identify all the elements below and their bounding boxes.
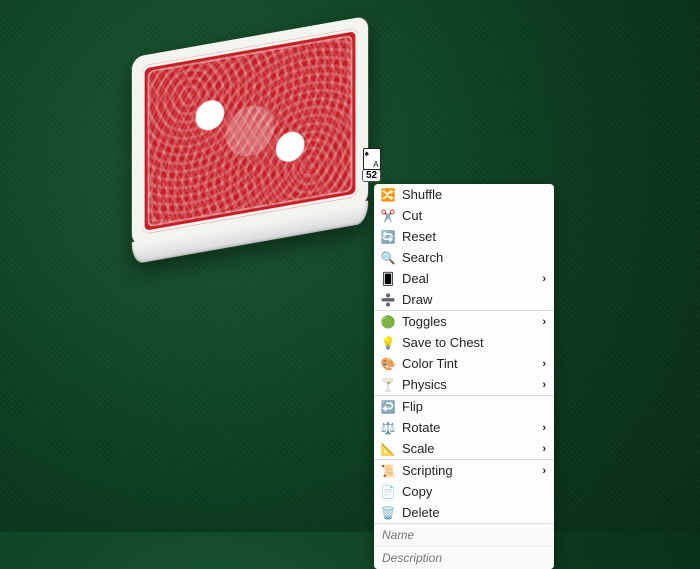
- menu-item-label: Toggles: [398, 314, 542, 329]
- menu-item-reset[interactable]: 🔄Reset: [374, 226, 554, 247]
- chevron-right-icon: ›: [542, 316, 546, 328]
- menu-item-label: Save to Chest: [398, 335, 546, 350]
- rotate-icon: ⚖️: [378, 421, 398, 435]
- menu-item-scale[interactable]: 📐Scale›: [374, 438, 554, 459]
- menu-item-label: Scale: [398, 441, 542, 456]
- reset-icon: 🔄: [378, 230, 398, 244]
- menu-item-label: Search: [398, 250, 546, 265]
- scale-icon: 📐: [378, 442, 398, 456]
- card-deck[interactable]: [132, 16, 368, 247]
- menu-section: 🔀Shuffle✂️Cut🔄Reset🔍Search🂠Deal›➗Draw: [374, 184, 554, 310]
- chevron-right-icon: ›: [542, 422, 546, 434]
- chevron-right-icon: ›: [542, 465, 546, 477]
- scripting-icon: 📜: [378, 464, 398, 478]
- menu-item-physics[interactable]: 🍸Physics›: [374, 374, 554, 395]
- menu-item-cut[interactable]: ✂️Cut: [374, 205, 554, 226]
- menu-item-label: Rotate: [398, 420, 542, 435]
- menu-item-scripting[interactable]: 📜Scripting›: [374, 460, 554, 481]
- menu-item-label: Delete: [398, 505, 546, 520]
- menu-item-delete[interactable]: 🗑️Delete: [374, 502, 554, 523]
- menu-section: 📜Scripting›📄Copy🗑️Delete: [374, 459, 554, 523]
- context-menu[interactable]: 🔀Shuffle✂️Cut🔄Reset🔍Search🂠Deal›➗Draw🟢To…: [374, 184, 554, 569]
- deal-icon: 🂠: [378, 272, 398, 286]
- menu-item-flip[interactable]: ↩️Flip: [374, 396, 554, 417]
- menu-item-search[interactable]: 🔍Search: [374, 247, 554, 268]
- menu-item-label: Shuffle: [398, 187, 546, 202]
- copy-icon: 📄: [378, 485, 398, 499]
- search-icon: 🔍: [378, 251, 398, 265]
- ace-of-spades-icon: [363, 148, 381, 170]
- menu-item-shuffle[interactable]: 🔀Shuffle: [374, 184, 554, 205]
- menu-item-label: Flip: [398, 399, 546, 414]
- menu-inputs: [374, 523, 554, 569]
- card-stack: [132, 16, 368, 247]
- menu-item-label: Draw: [398, 292, 546, 307]
- tint-icon: 🎨: [378, 357, 398, 371]
- toggles-icon: 🟢: [378, 315, 398, 329]
- menu-item-draw[interactable]: ➗Draw: [374, 289, 554, 310]
- draw-icon: ➗: [378, 293, 398, 307]
- physics-icon: 🍸: [378, 378, 398, 392]
- chevron-right-icon: ›: [542, 379, 546, 391]
- menu-item-rotate[interactable]: ⚖️Rotate›: [374, 417, 554, 438]
- cut-icon: ✂️: [378, 209, 398, 223]
- chevron-right-icon: ›: [542, 273, 546, 285]
- menu-section: ↩️Flip⚖️Rotate›📐Scale›: [374, 395, 554, 459]
- chevron-right-icon: ›: [542, 443, 546, 455]
- menu-item-label: Scripting: [398, 463, 542, 478]
- deck-count-badge: 52: [362, 148, 381, 182]
- menu-item-label: Deal: [398, 271, 542, 286]
- menu-item-toggles[interactable]: 🟢Toggles›: [374, 311, 554, 332]
- menu-item-label: Reset: [398, 229, 546, 244]
- delete-icon: 🗑️: [378, 506, 398, 520]
- menu-item-copy[interactable]: 📄Copy: [374, 481, 554, 502]
- menu-item-color-tint[interactable]: 🎨Color Tint›: [374, 353, 554, 374]
- description-input[interactable]: [374, 546, 554, 569]
- deck-count: 52: [362, 169, 381, 182]
- name-input[interactable]: [374, 524, 554, 546]
- chest-icon: 💡: [378, 336, 398, 350]
- menu-item-deal[interactable]: 🂠Deal›: [374, 268, 554, 289]
- chevron-right-icon: ›: [542, 358, 546, 370]
- menu-item-label: Color Tint: [398, 356, 542, 371]
- shuffle-icon: 🔀: [378, 188, 398, 202]
- flip-icon: ↩️: [378, 400, 398, 414]
- menu-item-label: Cut: [398, 208, 546, 223]
- menu-item-label: Physics: [398, 377, 542, 392]
- menu-section: 🟢Toggles›💡Save to Chest🎨Color Tint›🍸Phys…: [374, 310, 554, 395]
- menu-item-save-to-chest[interactable]: 💡Save to Chest: [374, 332, 554, 353]
- menu-item-label: Copy: [398, 484, 546, 499]
